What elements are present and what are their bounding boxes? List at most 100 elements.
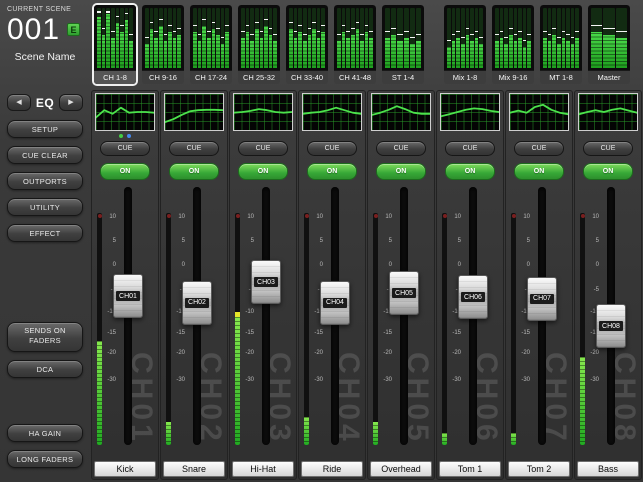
scene-number[interactable]: 001	[7, 14, 60, 46]
bank-meter	[238, 5, 280, 70]
channel-name[interactable]: Tom 2	[508, 461, 570, 477]
bank-tab-label: Mix 9-16	[492, 70, 534, 84]
cue-button[interactable]: CUE	[376, 141, 426, 156]
bank-tab-ch-25-32[interactable]: CH 25-32	[236, 3, 282, 86]
scale-mark: 5	[320, 238, 323, 244]
scale-mark: 10	[592, 214, 599, 220]
scale-mark: -20	[314, 350, 323, 356]
bank-tab-ch-33-40[interactable]: CH 33-40	[284, 3, 330, 86]
sidebar-button-setup[interactable]: SETUP	[7, 120, 83, 138]
fader-cap[interactable]: CH04	[320, 281, 350, 325]
left-arrow-icon: ◀	[16, 99, 21, 106]
scale-mark: -20	[452, 350, 461, 356]
fader-cap[interactable]: CH08	[596, 304, 626, 348]
bank-tab-master[interactable]: Master	[586, 3, 632, 86]
eq-header: ◀ EQ ▶	[7, 94, 83, 111]
fader-cap[interactable]: CH03	[251, 260, 281, 304]
cue-button[interactable]: CUE	[514, 141, 564, 156]
on-button[interactable]: ON	[238, 163, 288, 180]
bank-tab-st-1-4[interactable]: ST 1-4	[380, 3, 426, 86]
eq-thumbnail[interactable]	[302, 93, 362, 131]
channel-name[interactable]: Tom 1	[439, 461, 501, 477]
cue-button[interactable]: CUE	[100, 141, 150, 156]
scale-mark: 0	[389, 262, 392, 268]
bank-tab-ch-9-16[interactable]: CH 9-16	[140, 3, 186, 86]
fader-cap[interactable]: CH05	[389, 271, 419, 315]
sidebar-button-cue-clear[interactable]: CUE CLEAR	[7, 146, 83, 164]
cue-button[interactable]: CUE	[307, 141, 357, 156]
on-button[interactable]: ON	[100, 163, 150, 180]
cue-button[interactable]: CUE	[238, 141, 288, 156]
channel-strip-ch05: CUEONCH051050-5-10-15-20-30CH05Overhead	[367, 90, 435, 480]
bank-tab-mix-9-16[interactable]: Mix 9-16	[490, 3, 536, 86]
sidebar-button-effect[interactable]: EFFECT	[7, 224, 83, 242]
on-button[interactable]: ON	[307, 163, 357, 180]
sidebar-button-long-faders[interactable]: LONG FADERS	[7, 450, 83, 468]
eq-thumbnail[interactable]	[164, 93, 224, 131]
eq-thumbnail[interactable]	[578, 93, 638, 131]
eq-next-button[interactable]: ▶	[59, 94, 83, 111]
sidebar-button-sends-on-faders[interactable]: SENDS ON FADERS	[7, 322, 83, 352]
scene-edited-badge: E	[67, 23, 80, 36]
fader-cap-label: CH04	[323, 298, 347, 308]
bank-meter	[382, 5, 424, 70]
scale-mark: -20	[176, 350, 185, 356]
sidebar-button-utility[interactable]: UTILITY	[7, 198, 83, 216]
scale-mark: 0	[458, 262, 461, 268]
sidebar-button-dca[interactable]: DCA	[7, 360, 83, 378]
fader-cap[interactable]: CH02	[182, 281, 212, 325]
eq-thumbnail[interactable]	[95, 93, 155, 131]
eq-thumbnail[interactable]	[233, 93, 293, 131]
channel-name[interactable]: Overhead	[370, 461, 432, 477]
bank-tab-label: Master	[588, 70, 630, 84]
bank-tab-ch-1-8[interactable]: CH 1-8	[92, 3, 138, 86]
channel-name[interactable]: Hi-Hat	[232, 461, 294, 477]
right-arrow-icon: ▶	[68, 99, 73, 106]
on-button[interactable]: ON	[583, 163, 633, 180]
channel-name[interactable]: Kick	[94, 461, 156, 477]
scene-name[interactable]: Scene Name	[0, 51, 90, 63]
eq-thumbnail[interactable]	[371, 93, 431, 131]
scale-mark: 5	[596, 238, 599, 244]
fader-cap[interactable]: CH06	[458, 275, 488, 319]
fader-track[interactable]	[400, 187, 408, 445]
fader-cap-label: CH03	[254, 277, 278, 287]
cue-button[interactable]: CUE	[445, 141, 495, 156]
scale-mark: -15	[245, 330, 254, 336]
level-meter	[442, 213, 447, 445]
bank-tab-mix-1-8[interactable]: Mix 1-8	[442, 3, 488, 86]
bank-tab-mt-1-8[interactable]: MT 1-8	[538, 3, 584, 86]
scale-mark: 10	[454, 214, 461, 220]
bank-tab-ch-41-48[interactable]: CH 41-48	[332, 3, 378, 86]
bank-tab-ch-17-24[interactable]: CH 17-24	[188, 3, 234, 86]
channel-name[interactable]: Ride	[301, 461, 363, 477]
level-meter	[235, 213, 240, 445]
bank-tab-label: Mix 1-8	[444, 70, 486, 84]
fader-cap[interactable]: CH01	[113, 274, 143, 318]
fader-cap-label: CH05	[392, 288, 416, 298]
fader-track[interactable]	[262, 187, 270, 445]
cue-button[interactable]: CUE	[583, 141, 633, 156]
on-button[interactable]: ON	[445, 163, 495, 180]
on-button[interactable]: ON	[169, 163, 219, 180]
eq-prev-button[interactable]: ◀	[7, 94, 31, 111]
scale-mark: 0	[527, 262, 530, 268]
eq-thumbnail[interactable]	[509, 93, 569, 131]
eq-thumbnail[interactable]	[440, 93, 500, 131]
on-button[interactable]: ON	[376, 163, 426, 180]
fader-cap[interactable]: CH07	[527, 277, 557, 321]
channel-strip-ch03: CUEONCH031050-5-10-15-20-30CH03Hi-Hat	[229, 90, 297, 480]
sidebar-button-ha-gain[interactable]: HA GAIN	[7, 424, 83, 442]
sidebar: ◀ EQ ▶ SETUP CUE CLEAR OUTPORTS UTILITY EFFE…	[0, 88, 90, 482]
level-meter	[166, 213, 171, 445]
channel-name[interactable]: Bass	[577, 461, 639, 477]
scale-mark: -20	[590, 350, 599, 356]
scale-mark: 10	[385, 214, 392, 220]
scale-mark: 10	[316, 214, 323, 220]
sidebar-button-outports[interactable]: OUTPORTS	[7, 172, 83, 190]
cue-button[interactable]: CUE	[169, 141, 219, 156]
channel-name[interactable]: Snare	[163, 461, 225, 477]
bank-meter	[492, 5, 534, 70]
on-button[interactable]: ON	[514, 163, 564, 180]
bank-meter	[142, 5, 184, 70]
